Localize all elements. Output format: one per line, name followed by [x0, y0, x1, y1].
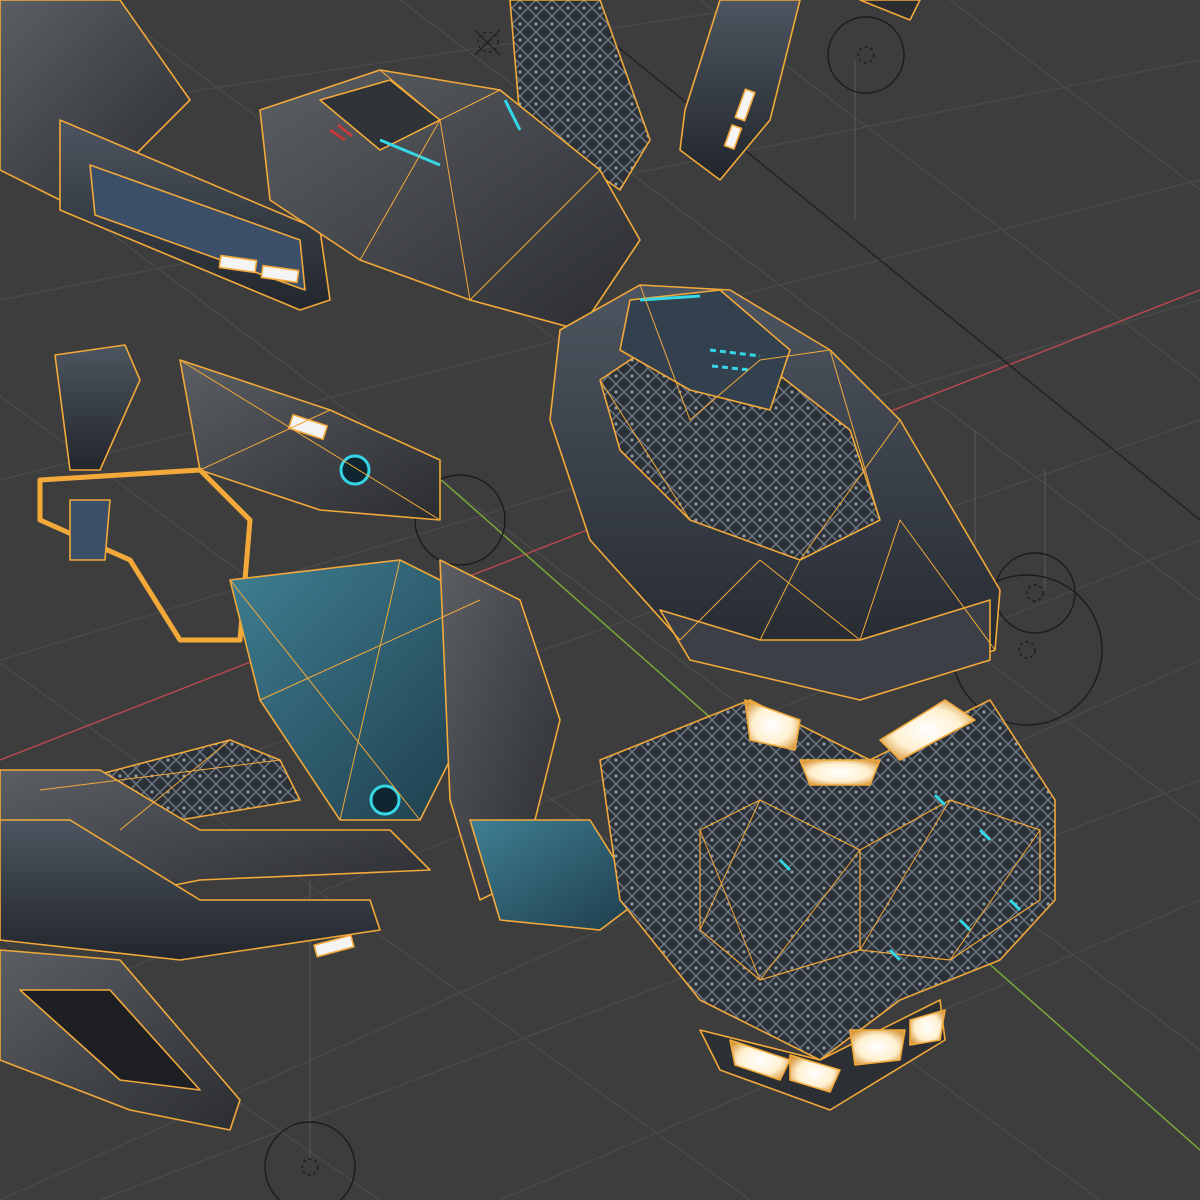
cockpit-canopy[interactable]: [549, 284, 1001, 701]
top-fin-right[interactable]: [679, 0, 921, 181]
empty-icon[interactable]: [827, 16, 905, 94]
light-icon[interactable]: [474, 29, 501, 56]
headlight-upper-center: [799, 759, 881, 786]
empty-icon[interactable]: [994, 552, 1076, 634]
viewport-canvas[interactable]: [0, 0, 1200, 1200]
3d-viewport[interactable]: [0, 0, 1200, 1200]
vehicle-mesh[interactable]: [0, 0, 1056, 1131]
